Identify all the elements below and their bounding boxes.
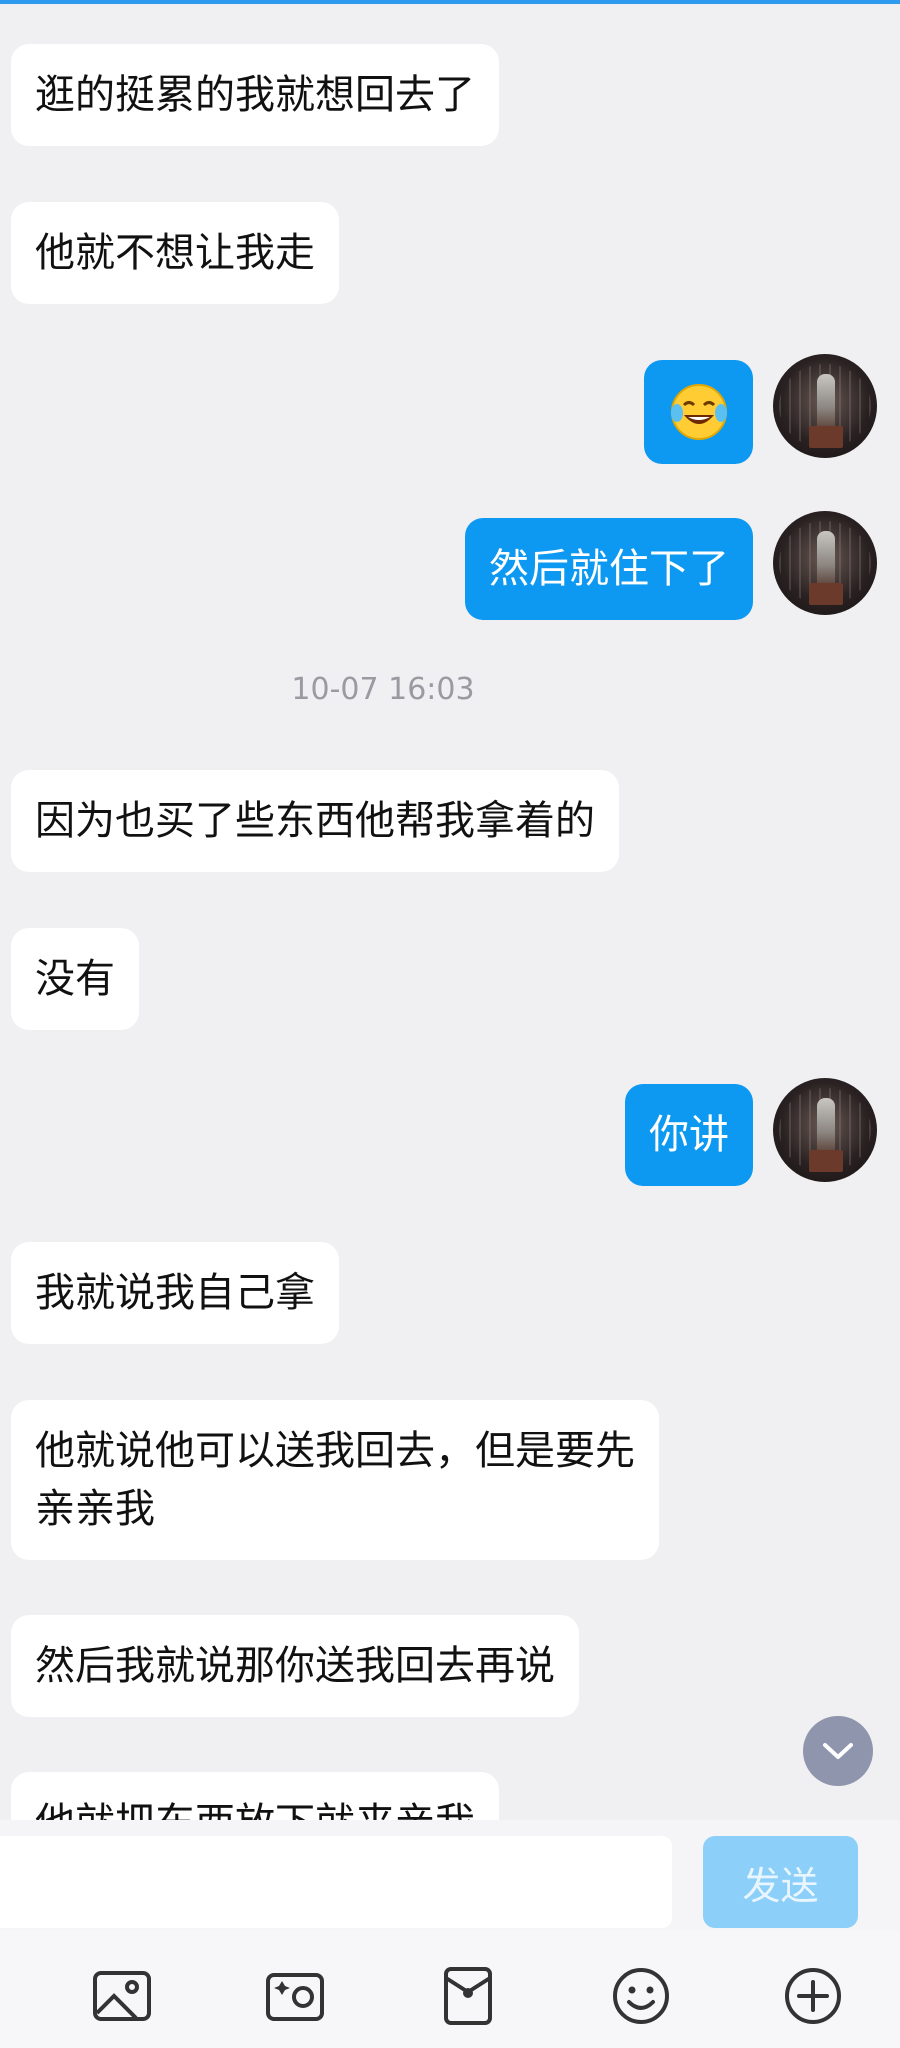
emoji-icon[interactable]: [609, 1964, 673, 2028]
message-outgoing[interactable]: 然后就住下了: [465, 518, 753, 620]
camera-icon[interactable]: [263, 1964, 327, 2028]
avatar[interactable]: [773, 1078, 877, 1182]
message-incoming[interactable]: 他就不想让我走: [11, 202, 339, 304]
image-icon[interactable]: [90, 1964, 154, 2028]
avatar[interactable]: [773, 354, 877, 458]
message-text: 我就说我自己拿: [35, 1270, 315, 1316]
chat-area[interactable]: 逛的挺累的我就想回去了 他就不想让我走 😂 然后就住下了 10-07 16:03…: [0, 0, 900, 1820]
red-packet-icon[interactable]: [436, 1964, 500, 2028]
timestamp: 10-07 16:03: [291, 672, 475, 707]
message-text: 他就说他可以送我回去，但是要先 亲亲我: [35, 1428, 635, 1532]
plus-icon[interactable]: [781, 1964, 845, 2028]
message-text: 他就不想让我走: [35, 230, 315, 276]
message-incoming[interactable]: 没有: [11, 928, 139, 1030]
message-text: 逛的挺累的我就想回去了: [35, 72, 475, 118]
message-incoming[interactable]: 逛的挺累的我就想回去了: [11, 44, 499, 146]
message-text: 他就把东西放下就来亲我: [35, 1800, 475, 1820]
message-text: 然后就住下了: [489, 546, 729, 592]
message-incoming[interactable]: 他就把东西放下就来亲我: [11, 1772, 499, 1820]
message-input[interactable]: [0, 1836, 672, 1928]
message-incoming[interactable]: 我就说我自己拿: [11, 1242, 339, 1344]
avatar[interactable]: [773, 511, 877, 615]
message-incoming[interactable]: 因为也买了些东西他帮我拿着的: [11, 770, 619, 872]
message-incoming[interactable]: 他就说他可以送我回去，但是要先 亲亲我: [11, 1400, 659, 1560]
message-outgoing[interactable]: 你讲: [625, 1084, 753, 1186]
message-text: 你讲: [649, 1112, 729, 1158]
message-text: 然后我就说那你送我回去再说: [35, 1643, 555, 1689]
message-incoming[interactable]: 然后我就说那你送我回去再说: [11, 1615, 579, 1717]
message-outgoing[interactable]: 😂: [644, 360, 753, 464]
message-text: 因为也买了些东西他帮我拿着的: [35, 798, 595, 844]
scroll-to-bottom-button[interactable]: [803, 1716, 873, 1786]
send-button[interactable]: 发送: [703, 1836, 858, 1928]
face-with-tears-of-joy-icon: [670, 384, 727, 440]
chevron-down-icon: [823, 1743, 853, 1759]
message-text: 没有: [35, 956, 115, 1002]
